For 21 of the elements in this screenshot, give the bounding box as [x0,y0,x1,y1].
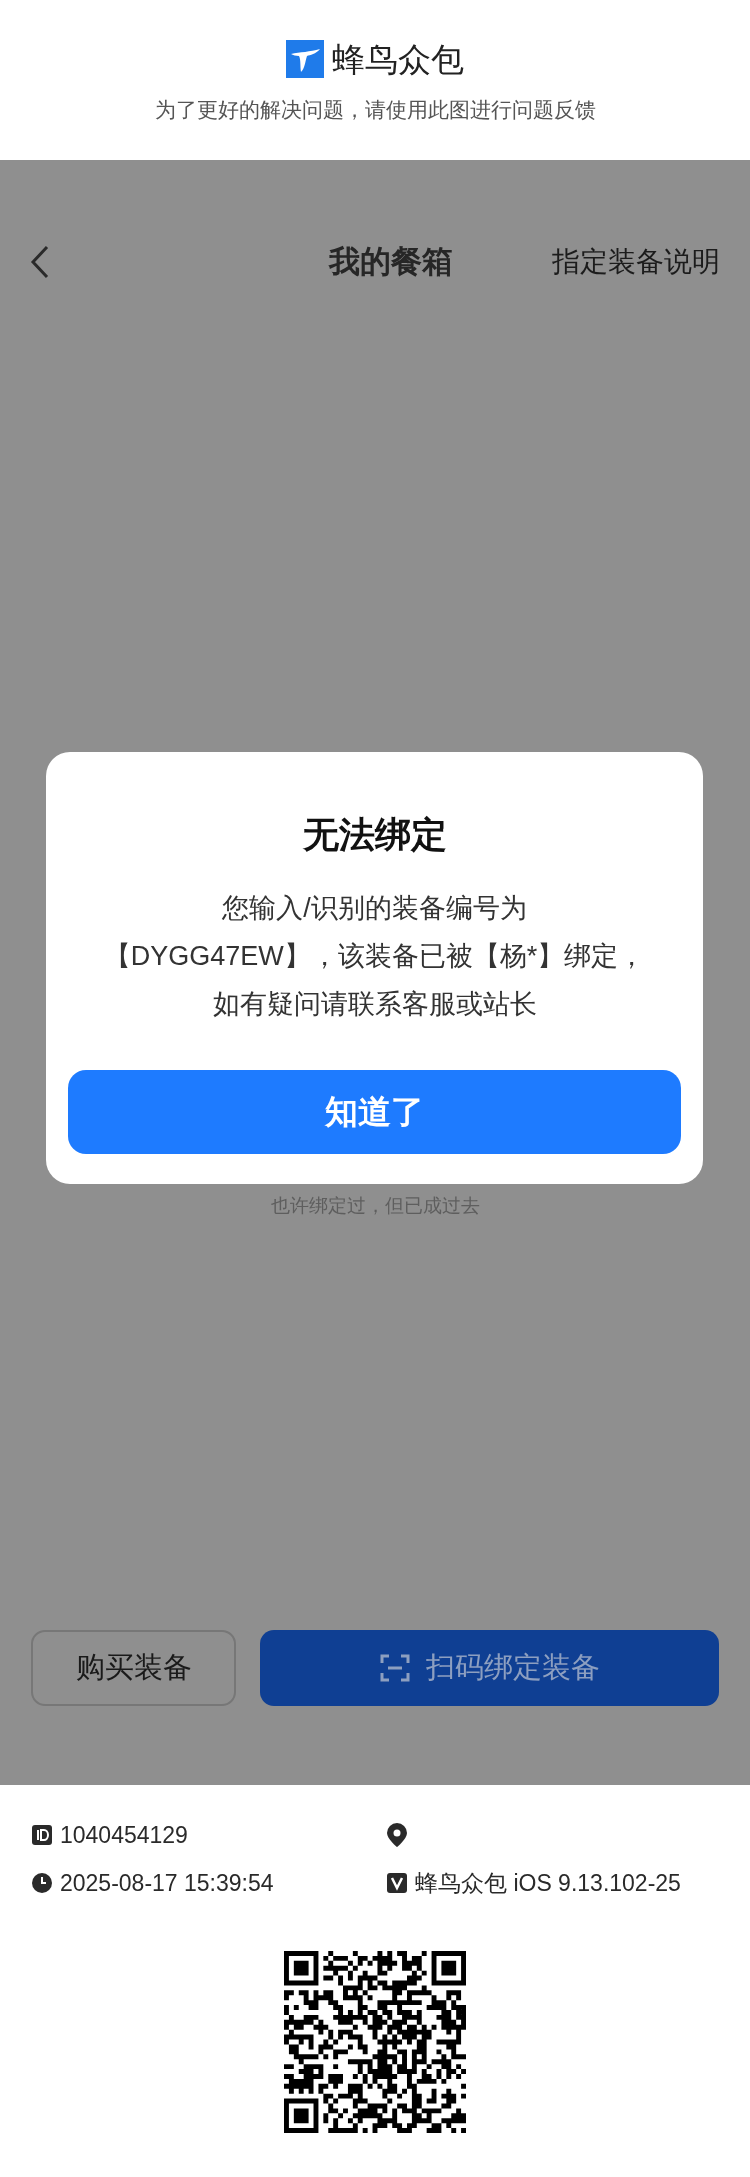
back-icon[interactable] [30,245,50,279]
instructions-link[interactable]: 指定装备说明 [552,241,720,283]
timestamp: 2025-08-17 15:39:54 [60,1868,274,1898]
user-id: 1040454129 [60,1820,188,1850]
dialog-title: 无法绑定 [301,813,448,857]
location-pin-icon [387,1823,407,1847]
buy-button[interactable]: 购买装备 [31,1630,236,1706]
app-version: 蜂鸟众包 iOS 9.13.102-25 [415,1868,681,1898]
dialog-message-line: 您输入/识别的装备编号为 [221,892,528,925]
scan-bind-button[interactable]: 扫码绑定装备 [260,1630,719,1706]
feedback-subtitle: 为了更好的解决问题，请使用此图进行问题反馈 [154,97,596,123]
scan-icon [379,1654,410,1682]
confirm-button[interactable]: 知道了 [68,1070,681,1154]
app-name: 蜂鸟众包 [332,39,464,80]
clock-icon [32,1873,52,1893]
dialog-message-line: 如有疑问请联系客服或站长 [211,988,538,1021]
id-icon [32,1825,52,1845]
dialog-message-line: 【DYGG47EW】，该装备已被【杨*】绑定， [102,940,647,973]
app-logo [286,40,324,79]
version-icon [387,1873,407,1893]
page-title: 我的餐箱 [329,242,453,281]
